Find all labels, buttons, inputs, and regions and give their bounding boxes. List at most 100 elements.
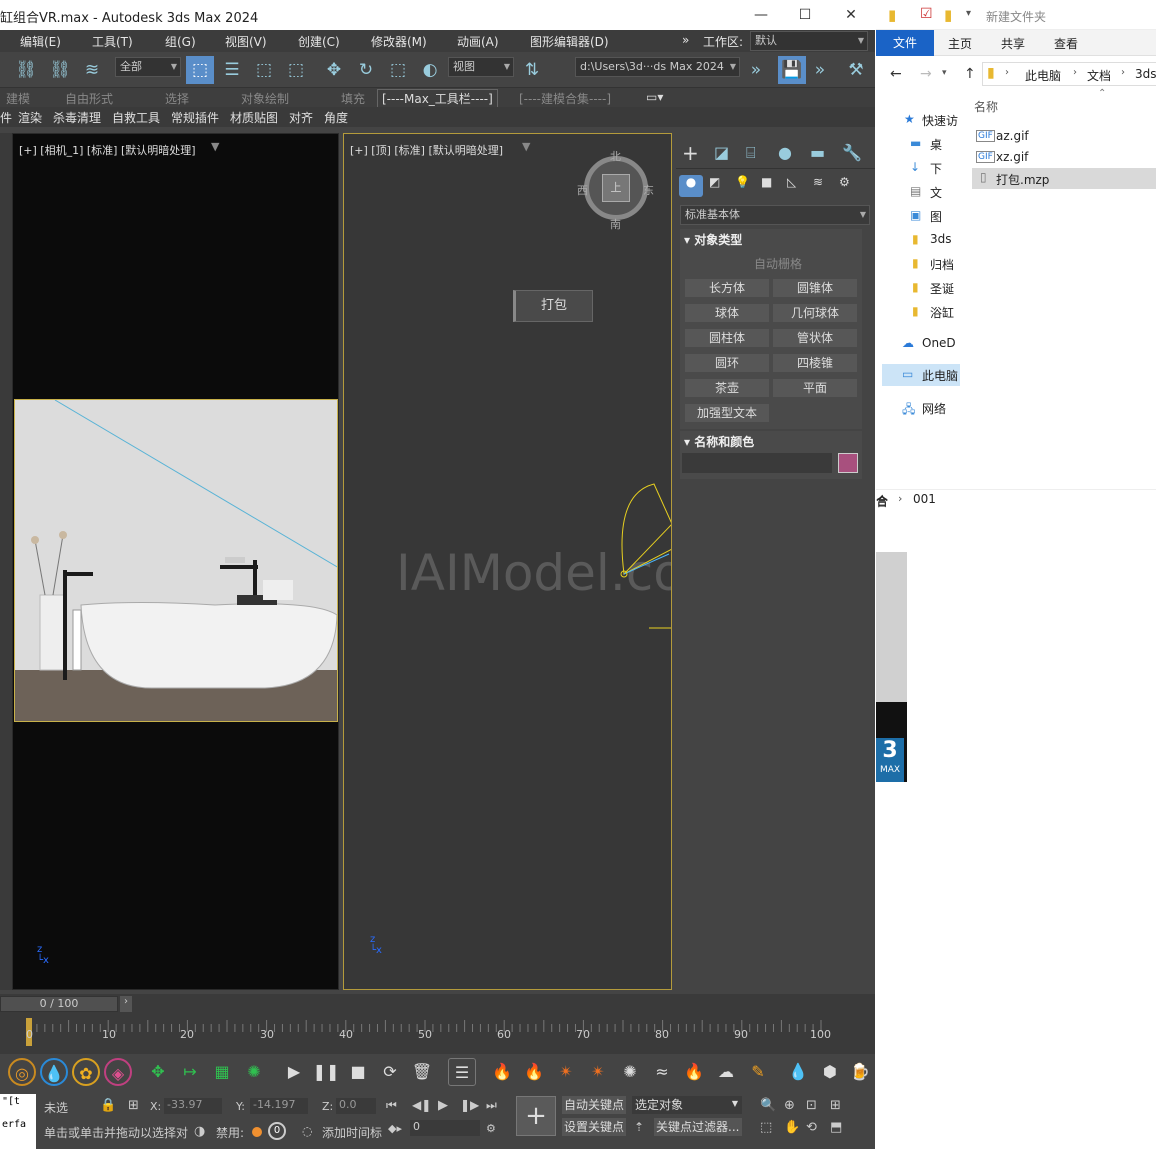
zoom-extents-all-icon[interactable]: ⊞ <box>830 1098 841 1113</box>
zoom-all-icon[interactable]: ⊕ <box>784 1098 795 1113</box>
ribbon-tab-modeling-set[interactable]: [----建模合集----] <box>519 90 611 107</box>
time-config-icon[interactable]: ⚙ <box>486 1122 496 1135</box>
next-frame-icon[interactable]: ❚▶ <box>460 1098 479 1112</box>
ribbon-tab-max-toolbar[interactable]: [----Max_工具栏----] <box>377 89 498 108</box>
pyramid-button[interactable]: 四棱锥 <box>772 353 858 373</box>
create-tab-icon[interactable]: + <box>682 141 699 165</box>
project-path-dropdown[interactable]: d:\Users\3d···ds Max 2024 ▼ <box>575 57 740 77</box>
time-tag-icon[interactable]: ◌ <box>302 1124 312 1138</box>
tab-materials[interactable]: 材质贴图 <box>230 109 278 126</box>
qat-dropdown-icon[interactable]: ▾ <box>966 8 971 19</box>
menu-view[interactable]: 视图(V) <box>225 33 267 50</box>
maximize-viewport-icon[interactable]: ⬒ <box>830 1120 842 1135</box>
goto-start-icon[interactable]: ⏮ <box>386 1098 397 1113</box>
menu-group[interactable]: 组(G) <box>165 33 196 50</box>
file-pack-mzp[interactable]: 打包.mzp <box>996 171 1049 188</box>
abs-mode-icon[interactable]: ⊞ <box>128 1098 139 1113</box>
pack-button[interactable]: 打包 <box>513 290 593 322</box>
smoke-icon-1[interactable]: ✺ <box>616 1058 644 1086</box>
top-viewport-label[interactable]: [+] [顶] [标准] [默认明暗处理] <box>350 142 503 158</box>
ribbon-view-tab[interactable]: 查看 <box>1054 35 1078 52</box>
rotate-icon[interactable]: ↻ <box>352 56 380 84</box>
nav-folder-3ds[interactable]: 3ds <box>930 232 952 246</box>
select-object-icon[interactable]: ⬚ <box>186 56 214 84</box>
geometry-icon[interactable]: ● <box>679 175 703 197</box>
lock-icon[interactable]: 🔒 <box>100 1098 116 1113</box>
sphere-button[interactable]: 球体 <box>684 303 770 323</box>
key-selection-dropdown[interactable]: 选定对象 ▼ <box>632 1096 742 1114</box>
display-tab-icon[interactable]: ▬ <box>810 143 825 162</box>
cameras-icon[interactable]: ■ <box>761 175 772 189</box>
beer-icon[interactable]: 🍺 <box>846 1058 874 1086</box>
teapot-button[interactable]: 茶壶 <box>684 378 770 398</box>
trash-icon[interactable]: 🗑 <box>408 1058 436 1086</box>
x-coord-field[interactable]: -33.97 <box>164 1098 222 1114</box>
nav-this-pc-selected[interactable]: ▭ 此电脑 <box>882 364 960 386</box>
shapes-icon[interactable]: ◩ <box>709 175 720 189</box>
lights-icon[interactable]: 💡 <box>735 175 750 189</box>
fire-icon-2[interactable]: 🔥 <box>520 1058 548 1086</box>
bg-crumb-combo[interactable]: 合 <box>876 492 888 509</box>
move-icon[interactable]: ✥ <box>320 56 348 84</box>
plugin-icon-3[interactable]: ✿ <box>72 1058 100 1086</box>
menu-tools[interactable]: 工具(T) <box>92 33 133 50</box>
nav-quick-access[interactable]: 快速访 <box>922 112 958 129</box>
crumb-documents[interactable]: 文档 <box>1087 67 1111 84</box>
address-bar[interactable]: ▮ › 此电脑 › 文档 › 3ds <box>982 62 1156 86</box>
motion-tab-icon[interactable]: ● <box>778 143 792 162</box>
pause-icon[interactable]: ❚❚ <box>312 1058 340 1086</box>
plugin-icon-1[interactable]: ◎ <box>8 1058 36 1086</box>
ribbon-tab-populate[interactable]: 填充 <box>341 90 365 107</box>
helpers-icon[interactable]: ◺ <box>787 175 796 189</box>
nav-desktop[interactable]: 桌 <box>930 136 942 153</box>
box-button[interactable]: 长方体 <box>684 278 770 298</box>
stop-icon[interactable]: ■ <box>344 1058 372 1086</box>
ribbon-file-tab[interactable]: 文件 <box>876 30 934 56</box>
filter-icon[interactable]: ▼ <box>522 140 530 153</box>
viewcube-face[interactable]: 上 <box>602 174 630 202</box>
select-by-name-icon[interactable]: ☰ <box>218 56 246 84</box>
tab-render[interactable]: 渲染 <box>18 109 42 126</box>
nav-documents[interactable]: 文 <box>930 184 942 201</box>
rect-selection-icon[interactable]: ⬚ <box>250 56 278 84</box>
nav-downloads[interactable]: 下 <box>930 160 942 177</box>
object-color-swatch[interactable] <box>838 453 858 473</box>
prev-frame-icon[interactable]: ◀❚ <box>412 1098 431 1112</box>
geosphere-button[interactable]: 几何球体 <box>772 303 858 323</box>
crumb-this-pc[interactable]: 此电脑 <box>1025 67 1061 84</box>
maxscript-listener[interactable]: "[t erfa <box>0 1094 36 1149</box>
new-folder-icon[interactable]: ▮ <box>944 6 952 24</box>
nav-folder-christmas[interactable]: 圣诞 <box>930 280 954 297</box>
flame-icon[interactable]: 🔥 <box>680 1058 708 1086</box>
menu-create[interactable]: 创建(C) <box>298 33 340 50</box>
list-icon[interactable]: ☰ <box>448 1058 476 1086</box>
menu-overflow-icon[interactable]: » <box>682 33 689 47</box>
pan-icon[interactable]: ✋ <box>784 1120 800 1135</box>
plugin-icon-5[interactable]: ✥ <box>144 1058 172 1086</box>
tab-angle[interactable]: 角度 <box>324 109 348 126</box>
placement-icon[interactable]: ◐ <box>416 56 444 84</box>
tab-align[interactable]: 对齐 <box>289 109 313 126</box>
bg-crumb-001[interactable]: 001 <box>913 492 936 506</box>
object-name-field[interactable] <box>682 453 832 473</box>
set-key-icon[interactable]: + <box>516 1096 556 1136</box>
pivot-icon[interactable]: ⇅ <box>518 56 546 84</box>
time-slider-thumb[interactable]: 0 / 100 <box>0 996 118 1012</box>
play-animation-icon[interactable]: ▶ <box>438 1098 448 1113</box>
utilities-tab-icon[interactable]: 🔧 <box>842 143 862 162</box>
rollout-name-color-title[interactable]: ▾ 名称和颜色 <box>684 433 754 450</box>
overflow-icon[interactable]: » <box>742 56 770 84</box>
add-time-tag[interactable]: 添加时间标 <box>322 1124 382 1141</box>
camera-gizmo[interactable] <box>614 474 672 644</box>
systems-icon[interactable]: ⚙ <box>839 175 850 189</box>
link-icon[interactable]: ⛓ <box>12 56 40 84</box>
orbit-icon[interactable]: ⟲ <box>806 1120 817 1135</box>
next-frame-icon[interactable]: › <box>120 996 132 1012</box>
autogrid-checkbox[interactable]: 自动栅格 <box>754 255 802 272</box>
textplus-button[interactable]: 加强型文本 <box>684 403 770 423</box>
nav-folder-bathtub[interactable]: 浴缸 <box>930 304 954 321</box>
tab-common-plugins[interactable]: 常规插件 <box>171 109 219 126</box>
track-bar[interactable]: 0 10 20 30 40 50 60 70 80 90 100 <box>0 1014 875 1054</box>
hierarchy-tab-icon[interactable]: ⌸ <box>746 143 756 163</box>
workspace-dropdown[interactable]: 默认 ▼ <box>750 31 868 51</box>
